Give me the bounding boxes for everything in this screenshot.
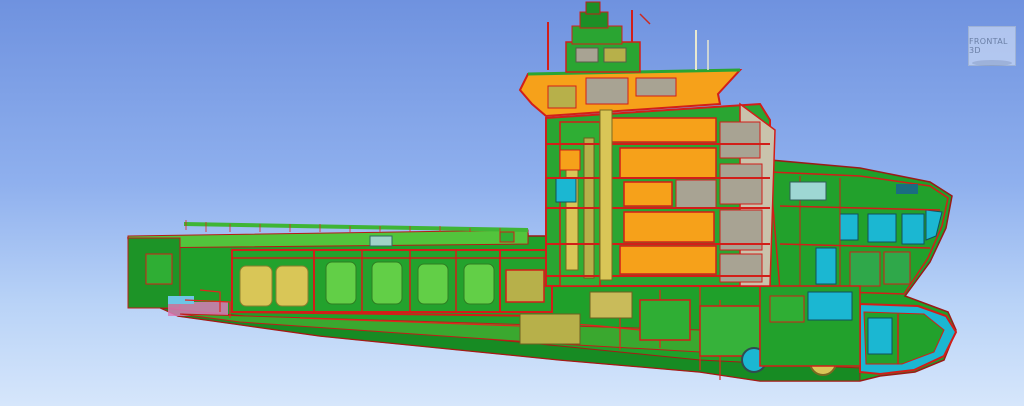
superstructure[interactable] [545,102,776,287]
tank-7[interactable] [505,269,545,303]
exhaust-funnel[interactable] [599,109,613,281]
stern-bottom-tank [168,302,228,316]
deck-crane-base[interactable] [369,235,393,247]
cabin-deck-1[interactable] [605,117,717,143]
view-cube-shadow [972,60,1012,66]
3d-viewport[interactable]: FRONTAL 3D [0,0,1024,406]
tank-3[interactable] [325,261,357,305]
tank-2[interactable] [275,265,309,307]
bow-section[interactable] [769,171,949,295]
cabin-deck-3[interactable] [623,181,673,207]
cabin-deck-5[interactable] [619,245,717,275]
tank-4[interactable] [371,261,403,305]
tank-1[interactable] [239,265,273,307]
cabin-deck-4[interactable] [623,211,715,243]
tank-5[interactable] [417,263,449,305]
bulwark-rail [184,222,528,232]
mast-and-wheelhouse[interactable] [547,1,709,73]
cabin-deck-2[interactable] [619,147,717,179]
tank-6[interactable] [463,263,495,305]
ship-cutaway-model[interactable] [0,0,1024,406]
cargo-tanks[interactable] [231,249,553,317]
view-cube-label: FRONTAL 3D [969,37,1008,55]
